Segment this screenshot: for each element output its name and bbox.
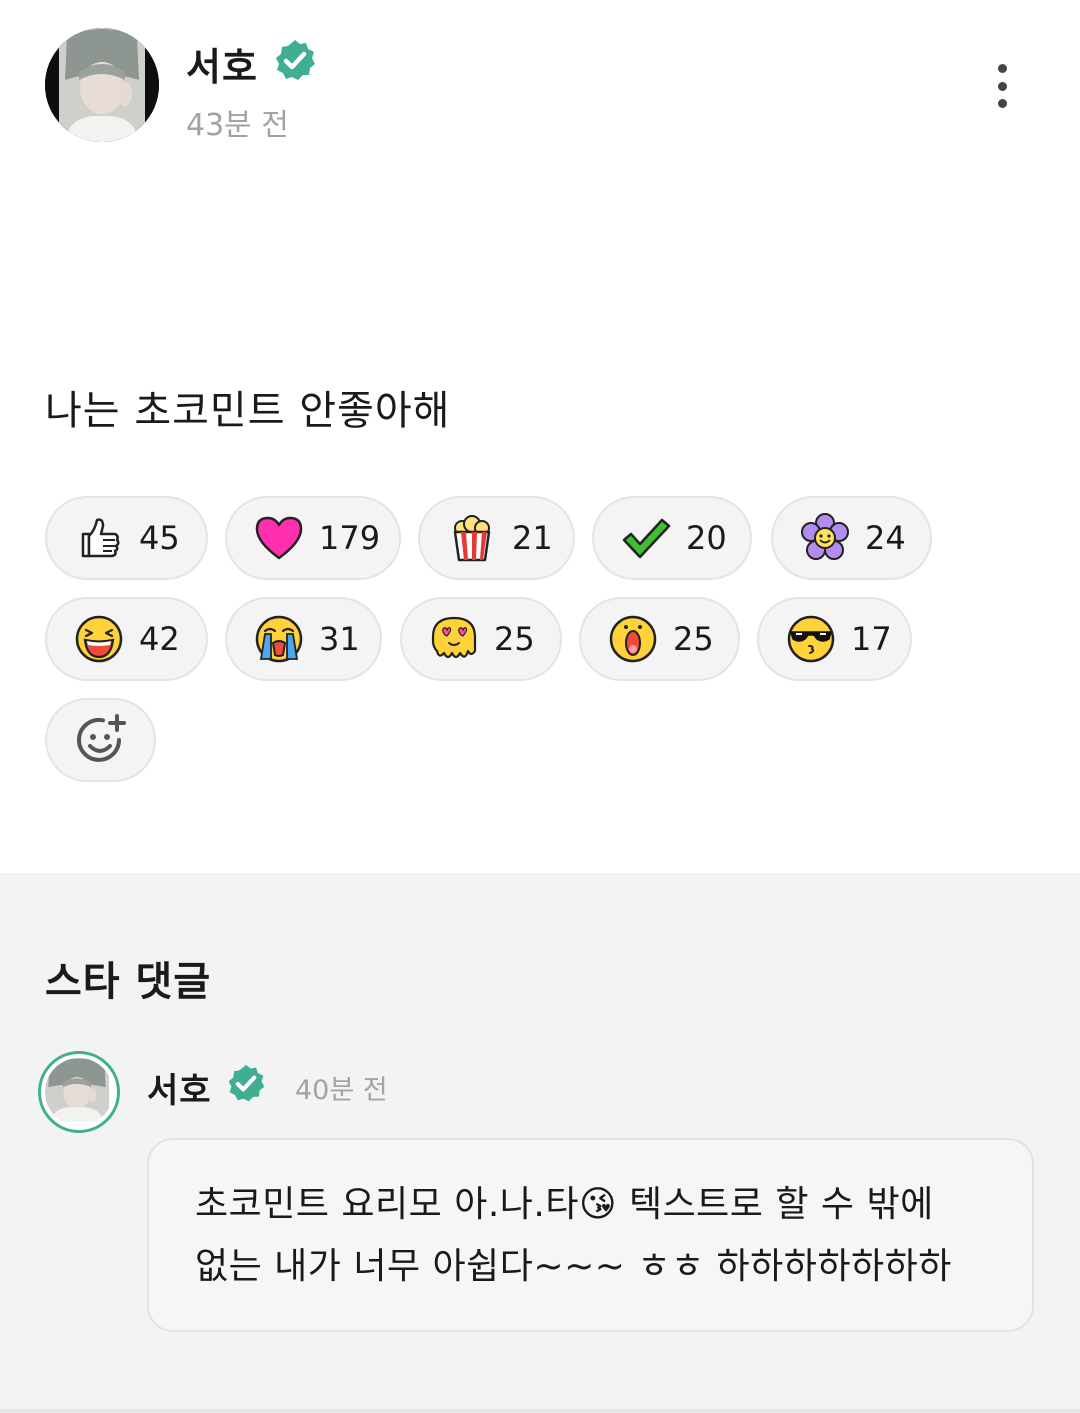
comment-bubble: 초코민트 요리모 아.나.타😘 텍스트로 할 수 밖에 없는 내가 너무 아쉽다… bbox=[147, 1138, 1034, 1332]
verified-badge-icon bbox=[276, 40, 315, 80]
comment-text-line: 초코민트 요리모 아.나.타😘 텍스트로 할 수 밖에 bbox=[195, 1184, 934, 1225]
heart-icon bbox=[255, 516, 303, 560]
reaction-count: 25 bbox=[494, 620, 535, 658]
commenter-avatar[interactable] bbox=[38, 1051, 120, 1133]
surprised-face-icon bbox=[609, 615, 657, 663]
reaction-check[interactable]: 20 bbox=[592, 496, 752, 580]
reaction-surprised[interactable]: 25 bbox=[579, 597, 740, 681]
reaction-count: 31 bbox=[319, 620, 360, 658]
reaction-heart[interactable]: 179 bbox=[225, 496, 401, 580]
reaction-count: 20 bbox=[686, 519, 727, 557]
more-dot-icon bbox=[997, 99, 1007, 108]
divider bbox=[0, 1409, 1080, 1413]
reaction-count: 17 bbox=[851, 620, 892, 658]
reaction-count: 179 bbox=[319, 519, 381, 557]
section-title: 스타 댓글 bbox=[45, 959, 212, 1005]
reaction-crying[interactable]: 31 bbox=[225, 597, 382, 681]
flower-icon bbox=[801, 513, 849, 560]
melting-love-face-icon bbox=[431, 616, 477, 659]
comment-text-line: 없는 내가 너무 아쉽다~~~ ㅎㅎ 하하하하하하하 bbox=[195, 1246, 952, 1287]
reaction-thumbs-up[interactable]: 45 bbox=[45, 496, 208, 580]
reaction-popcorn[interactable]: 21 bbox=[418, 496, 575, 580]
author-name[interactable]: 서호 bbox=[186, 36, 258, 91]
thumbs-up-icon bbox=[81, 518, 120, 558]
check-icon bbox=[622, 518, 671, 559]
post-header: 서호 43분 전 bbox=[0, 0, 1080, 160]
comment-timestamp: 40분 전 bbox=[295, 1075, 388, 1106]
reaction-melting-love[interactable]: 25 bbox=[400, 597, 562, 681]
more-dot-icon bbox=[997, 81, 1007, 91]
crying-face-icon bbox=[255, 615, 303, 663]
reaction-count: 45 bbox=[139, 519, 180, 557]
popcorn-icon bbox=[453, 515, 491, 562]
reaction-flower[interactable]: 24 bbox=[771, 496, 932, 580]
more-dot-icon bbox=[997, 64, 1007, 73]
reaction-count: 42 bbox=[139, 620, 180, 658]
reaction-count: 24 bbox=[865, 519, 906, 557]
reaction-laughing[interactable]: 42 bbox=[45, 597, 208, 681]
commenter-name[interactable]: 서호 bbox=[147, 1063, 212, 1112]
add-reaction-button[interactable] bbox=[45, 698, 156, 782]
add-emoji-icon bbox=[76, 714, 126, 762]
post-timestamp: 43분 전 bbox=[186, 108, 289, 143]
author-photo bbox=[45, 28, 159, 142]
verified-badge-icon bbox=[228, 1064, 265, 1102]
post-body-text: 나는 초코민트 안좋아해 bbox=[45, 388, 451, 434]
sunglasses-face-icon bbox=[787, 615, 835, 663]
star-comments-section: 스타 댓글 서호 40분 전 초코민트 요리모 아.나.타😘 텍스트로 할 수 … bbox=[0, 873, 1080, 1413]
reaction-count: 25 bbox=[673, 620, 714, 658]
author-avatar[interactable] bbox=[45, 28, 159, 142]
laughing-face-icon bbox=[75, 615, 123, 663]
commenter-photo bbox=[45, 1058, 109, 1122]
reaction-count: 21 bbox=[512, 519, 553, 557]
more-options-button[interactable] bbox=[982, 60, 1022, 112]
reaction-sunglasses[interactable]: 17 bbox=[757, 597, 912, 681]
